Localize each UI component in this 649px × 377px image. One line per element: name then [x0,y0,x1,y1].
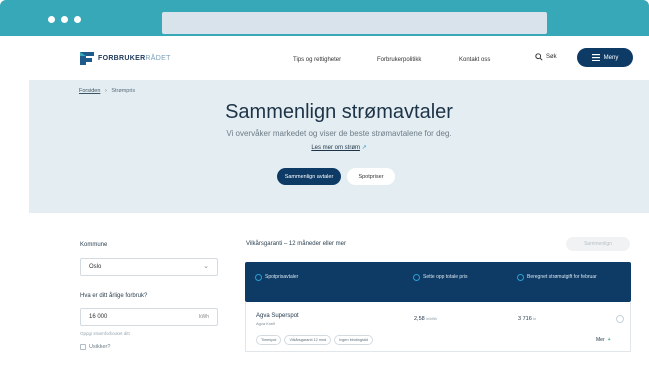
window-maximize-dot[interactable] [74,16,81,23]
monthly-number: 3 716 [518,316,532,322]
table-row[interactable]: Agva Superspot Agva Kraft 2,58 kr/kWh 3 … [245,302,631,352]
info-icon [255,274,262,281]
tag-item: Vilkårsgaranti 12 mnd [284,335,332,345]
more-info-link[interactable]: Mer + [596,337,611,343]
search-button[interactable]: Søk [535,53,557,61]
hamburger-icon [591,54,600,61]
window-close-dot[interactable] [48,16,55,23]
municipality-value: Oslo [89,264,102,270]
usage-input[interactable]: 16 000 kWh [80,308,218,326]
select-radio[interactable] [616,315,624,323]
browser-window: FORBRUKERRÅDET Tips og rettigheter Forbr… [0,0,649,377]
browser-titlebar [0,0,649,36]
logo-text-bold: FORBRUKER [98,54,146,62]
nav-link-contact[interactable]: Kontakt oss [459,57,490,63]
results-table-header: Spotprisavtaler Sette opp totale pris Be… [245,262,631,302]
logo-mark-icon [80,52,94,65]
usage-value: 16 000 [89,314,108,320]
tag-item: Ingen bindingstid [334,335,373,345]
usage-label: Hva er ditt årlige forbruk? [80,293,148,299]
search-label: Søk [546,54,557,60]
municipality-label: Kommune [80,242,108,248]
header-monthly-cost[interactable]: Beregnet strømutgift for februar [517,274,617,281]
hero-section: Forsiden › Strømpris Sammenlign strømavt… [29,80,649,213]
breadcrumb-home-link[interactable]: Forsiden [79,88,100,94]
header-total-price[interactable]: Sette opp totale pris [413,274,493,281]
checkbox-box [80,344,86,350]
page-subtitle: Vi overvåker markedet og viser de beste … [226,129,452,138]
breadcrumb-separator: › [104,88,107,94]
read-more-link[interactable]: Les mer om strøm ↗ [29,144,649,151]
results-section-title: Vilkårsgaranti – 12 måneder eller mer [246,241,346,247]
tag-item: Timespot [256,335,282,345]
menu-button[interactable]: Meny [577,48,633,67]
window-minimize-dot[interactable] [61,16,68,23]
page-title: Sammenlign strømavtaler [225,101,453,123]
chevron-down-icon: ⌄ [203,263,209,270]
monthly-cost-value: 3 716 kr [518,316,536,322]
compare-selected-button[interactable]: Sammenlign [566,237,630,251]
price-unit: kr/kWh [426,317,438,321]
read-more-label: Les mer om strøm [311,145,360,151]
price-value: 2,58 kr/kWh [414,316,437,322]
top-navigation: FORBRUKERRÅDET Tips og rettigheter Forbr… [29,36,649,81]
header-label: Sette opp totale pris [423,274,468,280]
plus-icon: + [607,337,611,343]
breadcrumb-current: Strømpris [111,88,136,94]
company-name: Agva Superspot [256,313,299,319]
supplier-name: Agva Kraft [256,321,275,326]
nav-link-policy[interactable]: Forbrukerpolitikk [377,57,421,63]
header-label: Beregnet strømutgift for februar [527,274,597,280]
forbrukerradet-logo[interactable]: FORBRUKERRÅDET [79,50,171,66]
breadcrumb: Forsiden › Strømpris [79,88,135,94]
address-bar[interactable] [162,12,547,34]
search-icon [535,53,543,61]
more-label: Mer [596,337,605,343]
monthly-unit: kr [533,317,537,321]
usage-unit: kWh [199,314,209,320]
usage-hint: Oppgi strømforbruket ditt [80,331,130,336]
compare-agreements-button[interactable]: Sammenlign avtaler [277,168,341,185]
nav-link-tips[interactable]: Tips og rettigheter [293,57,341,63]
logo-text-light: RÅDET [145,54,171,62]
header-label: Spotprisavtaler [265,274,299,280]
menu-label: Meny [603,54,619,61]
external-link-icon: ↗ [361,145,367,151]
unsure-label: Usikker? [89,344,111,350]
tag-list: Timespot Vilkårsgaranti 12 mnd Ingen bin… [256,335,373,345]
municipality-select[interactable]: Oslo ⌄ [80,258,218,276]
unsure-checkbox[interactable]: Usikker? [80,344,110,350]
header-spot-agreements[interactable]: Spotprisavtaler [255,274,298,281]
info-icon [517,274,524,281]
price-number: 2,58 [414,316,425,322]
spot-prices-button[interactable]: Spotpriser [347,168,395,185]
info-icon [413,274,420,281]
